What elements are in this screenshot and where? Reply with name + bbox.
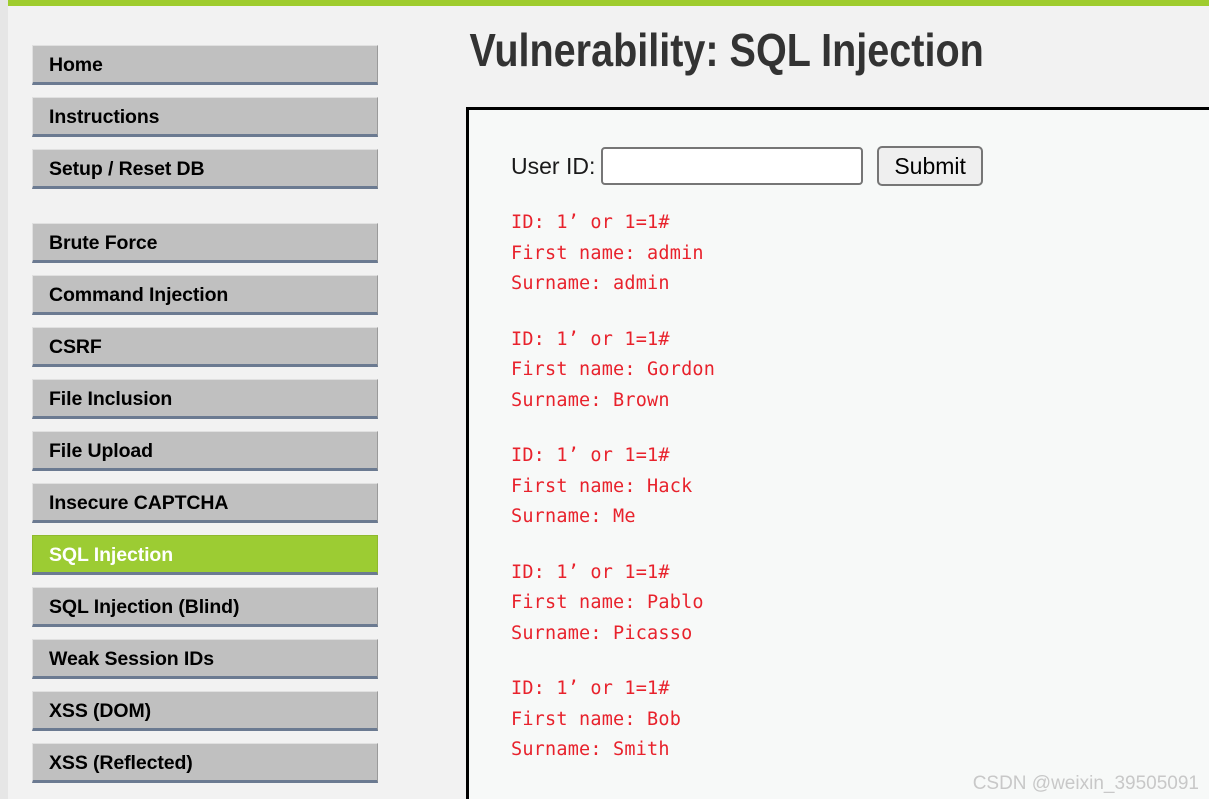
result-block: ID: 1’ or 1=1# First name: admin Surname: …	[511, 208, 1209, 300]
submit-button[interactable]: Submit	[877, 146, 983, 186]
page-root: Home Instructions Setup / Reset DB Brute Fo…	[8, 0, 1209, 799]
result-first-name-line: First name: Gordon	[511, 359, 716, 380]
watermark-text: CSDN @weixin_39505091	[972, 773, 1199, 794]
result-id-line: ID: 1’ or 1=1#	[511, 678, 670, 699]
result-id-line: ID: 1’ or 1=1#	[511, 212, 670, 233]
page-title: Vulnerability: SQL Injection	[469, 24, 984, 76]
sidebar-item-home[interactable]: Home	[32, 45, 378, 85]
sidebar-item-instructions[interactable]: Instructions	[32, 97, 378, 137]
sidebar-item-command-injection[interactable]: Command Injection	[32, 275, 378, 315]
sidebar-item-brute-force[interactable]: Brute Force	[32, 223, 378, 263]
sidebar-navigation: Home Instructions Setup / Reset DB Brute Fo…	[32, 45, 378, 783]
sidebar-item-sql-injection-blind[interactable]: SQL Injection (Blind)	[32, 587, 378, 627]
sidebar-group: Home Instructions Setup / Reset DB	[32, 45, 378, 189]
result-first-name-line: First name: Bob	[511, 708, 682, 730]
result-block: ID: 1’ or 1=1# First name: Bob Surname: Sm…	[511, 674, 1209, 766]
result-id-line: ID: 1’ or 1=1#	[511, 328, 670, 350]
result-surname-line: Surname: Smith	[511, 739, 670, 760]
sidebar-item-weak-session-ids[interactable]: Weak Session IDs	[32, 639, 378, 679]
main-content: Vulnerability: SQL Injection User ID: Su…	[466, 0, 1209, 799]
query-results: ID: 1’ or 1=1# First name: admin Surname: …	[511, 208, 1209, 766]
sidebar-item-file-inclusion[interactable]: File Inclusion	[32, 379, 378, 419]
result-block: ID: 1’ or 1=1# First name: Hack Surname: M…	[511, 441, 1209, 533]
result-first-name-line: First name: Pablo	[511, 592, 704, 613]
user-id-form: User ID: Submit	[511, 146, 1209, 186]
sidebar-item-csrf[interactable]: CSRF	[32, 327, 378, 367]
sidebar-item-file-upload[interactable]: File Upload	[32, 431, 378, 471]
result-surname-line: Surname: Picasso	[511, 622, 693, 644]
vulnerability-panel: User ID: Submit ID: 1’ or 1=1# First name…	[466, 107, 1209, 799]
sidebar-item-xss-dom[interactable]: XSS (DOM)	[32, 691, 378, 731]
sidebar-item-setup-reset-db[interactable]: Setup / Reset DB	[32, 149, 378, 189]
vulnerability-pane: User ID: Submit ID: 1’ or 1=1# First name…	[469, 110, 1209, 766]
sidebar-item-sql-injection[interactable]: SQL Injection	[32, 535, 378, 575]
result-surname-line: Surname: admin	[511, 273, 670, 294]
user-id-input[interactable]	[601, 147, 864, 185]
result-surname-line: Surname: Me	[511, 506, 636, 527]
result-id-line: ID: 1’ or 1=1#	[511, 561, 670, 583]
sidebar-group: Brute Force Command Injection CSRF File Inc…	[32, 223, 378, 783]
result-id-line: ID: 1’ or 1=1#	[511, 445, 670, 466]
sidebar-item-insecure-captcha[interactable]: Insecure CAPTCHA	[32, 483, 378, 523]
result-surname-line: Surname: Brown	[511, 389, 670, 411]
result-block: ID: 1’ or 1=1# First name: Pablo Surname: …	[511, 558, 1209, 650]
result-first-name-line: First name: Hack	[511, 475, 693, 497]
sidebar-item-xss-reflected[interactable]: XSS (Reflected)	[32, 743, 378, 783]
result-first-name-line: First name: admin	[511, 242, 704, 264]
result-block: ID: 1’ or 1=1# First name: Gordon Surname:…	[511, 325, 1209, 417]
user-id-label: User ID:	[511, 152, 596, 179]
